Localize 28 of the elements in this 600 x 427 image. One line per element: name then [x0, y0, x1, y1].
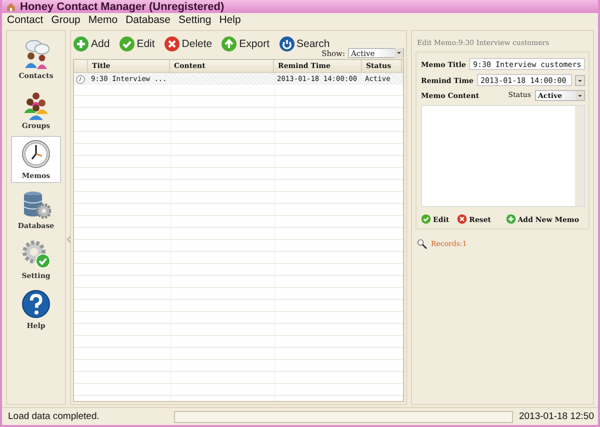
- collapse-icon[interactable]: [67, 236, 71, 243]
- house-icon: [6, 2, 16, 12]
- menu-item[interactable]: Memo: [85, 14, 121, 26]
- menu-item[interactable]: Help: [216, 14, 244, 26]
- status-datetime: 2013-01-18 12:50: [518, 411, 594, 422]
- window-title: Honey Contact Manager (Unregistered): [20, 0, 224, 12]
- delete-icon: [457, 214, 468, 224]
- check-icon: [421, 214, 431, 224]
- clock-icon: [21, 139, 51, 170]
- clock-icon: [76, 74, 85, 84]
- toolbar-button[interactable]: Edit: [118, 36, 155, 52]
- help-icon: [21, 289, 51, 320]
- toolbar-button[interactable]: Export: [221, 36, 270, 52]
- toolbar-button[interactable]: Add: [73, 36, 110, 52]
- check-icon: [118, 36, 135, 52]
- menu-item[interactable]: Database: [122, 14, 174, 26]
- toolbar-button[interactable]: Delete: [164, 36, 212, 52]
- database-gear-icon: [21, 189, 51, 220]
- plus-icon: [73, 36, 89, 52]
- status-message: Load data completed.: [8, 411, 100, 422]
- plus-icon: [506, 214, 516, 224]
- gear-check-icon: [21, 239, 51, 270]
- menu-item[interactable]: Setting: [176, 14, 214, 26]
- delete-icon: [164, 36, 180, 52]
- menu-item[interactable]: Contact: [4, 14, 46, 26]
- menu-item[interactable]: Group: [48, 14, 84, 26]
- magnifier-icon: [417, 239, 427, 249]
- memo-content-field[interactable]: [421, 105, 585, 207]
